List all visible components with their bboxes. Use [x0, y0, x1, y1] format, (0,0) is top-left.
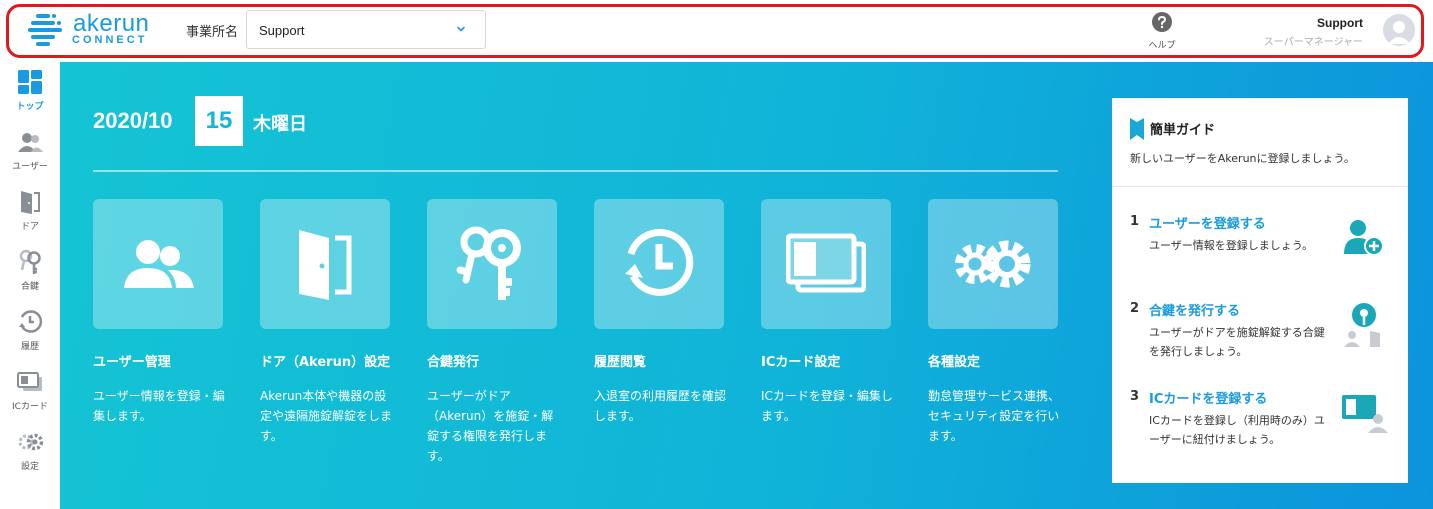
office-label: 事業所名	[186, 25, 239, 40]
card-description: ユーザーがドア（Akerun）を施錠・解錠する権限を発行します。	[427, 389, 554, 463]
step-number: 2	[1130, 301, 1140, 316]
step-description: ユーザー情報を登録しましょう。	[1149, 239, 1314, 252]
card-title: 合鍵発行	[427, 355, 480, 370]
user-name[interactable]: Support	[1317, 16, 1363, 30]
sidebar-item-label: トップ	[16, 102, 44, 112]
gear-icon	[18, 433, 44, 451]
office-select-value: Support	[259, 23, 305, 38]
sidebar-item-door[interactable]: ドア	[0, 182, 60, 242]
card-settings[interactable]: 各種設定 勤怠管理サービス連携、セキュリティ設定を行います。	[928, 199, 1060, 446]
card-description: ユーザー情報を登録・編集します。	[93, 389, 225, 423]
sidebar-item-label: ICカード	[12, 402, 48, 412]
step-description: ICカードを登録し（利用時のみ）ユーザーに紐付けましょう。	[1149, 414, 1325, 446]
card-title: ドア（Akerun）設定	[260, 355, 391, 370]
card-history[interactable]: 履歴閲覧 入退室の利用履歴を確認します。	[594, 199, 726, 426]
logo-subtitle: CONNECT	[72, 34, 148, 46]
sidebar-item-ic-card[interactable]: ICカード	[0, 362, 60, 422]
sidebar-item-keys[interactable]: 合鍵	[0, 242, 60, 302]
gears-icon	[955, 240, 1031, 288]
card-tile[interactable]	[260, 199, 390, 329]
card-tile[interactable]	[594, 199, 724, 329]
guide-divider	[1112, 186, 1408, 187]
akerun-logo-mark-icon	[28, 14, 62, 46]
card-user-icon	[1342, 395, 1388, 433]
sidebar-item-label: ユーザー	[12, 162, 48, 172]
card-door-settings[interactable]: ドア（Akerun）設定 Akerun本体や機器の設定や遠隔施錠解錠をします。	[260, 199, 392, 446]
ic-card-icon	[17, 372, 42, 391]
date-year-month: 2020/10	[93, 108, 173, 133]
register-ic-card-link[interactable]: ICカードを登録する	[1149, 388, 1267, 407]
chevron-down-icon	[457, 26, 465, 32]
door-icon	[21, 191, 40, 214]
guide-title: 簡単ガイド	[1150, 123, 1216, 138]
card-tile[interactable]	[761, 199, 891, 329]
users-icon	[124, 240, 194, 288]
date-day-badge: 15	[195, 96, 243, 146]
date-divider	[93, 170, 1058, 172]
card-tile[interactable]	[928, 199, 1058, 329]
bookmark-icon	[1130, 118, 1144, 140]
card-description: Akerun本体や機器の設定や遠隔施錠解錠をします。	[260, 389, 393, 443]
guide-subtitle: 新しいユーザーをAkerunに登録しましょう。	[1130, 152, 1355, 165]
sidebar-item-top[interactable]: トップ	[0, 62, 60, 122]
card-description: 入退室の利用履歴を確認します。	[594, 389, 727, 423]
card-tile[interactable]	[93, 199, 223, 329]
card-key-issue[interactable]: 合鍵発行 ユーザーがドア（Akerun）を施錠・解錠する権限を発行します。	[427, 199, 557, 466]
avatar[interactable]	[1383, 14, 1415, 46]
card-description: ICカードを登録・編集します。	[761, 389, 893, 423]
sidebar-item-label: ドア	[20, 222, 39, 232]
keys-icon	[456, 226, 521, 300]
question-circle-icon	[1152, 12, 1172, 32]
add-user-icon	[1344, 220, 1384, 256]
sidebar-item-users[interactable]: ユーザー	[0, 122, 60, 182]
date-weekday: 木曜日	[253, 114, 307, 135]
step-description: ユーザーがドアを施錠解錠する合鍵を発行しましょう。	[1149, 326, 1325, 358]
sidebar-item-label: 履歴	[20, 342, 39, 352]
dashboard-icon	[18, 70, 42, 94]
card-description: 勤怠管理サービス連携、セキュリティ設定を行います。	[928, 389, 1061, 443]
avatar-person-icon	[1388, 21, 1410, 44]
card-title: 各種設定	[928, 355, 981, 370]
step-number: 1	[1130, 214, 1140, 229]
card-title: 履歴閲覧	[594, 355, 647, 370]
ic-card-icon	[786, 233, 866, 293]
step-number: 3	[1130, 389, 1140, 404]
history-icon	[625, 229, 694, 296]
sidebar-item-settings[interactable]: 設定	[0, 422, 60, 482]
issue-key-link[interactable]: 合鍵を発行する	[1149, 300, 1240, 319]
sidebar: トップ ユーザー ドア 合鍵 履歴 ICカード 設定	[0, 62, 60, 509]
register-user-link[interactable]: ユーザーを登録する	[1149, 213, 1266, 232]
office-select[interactable]: Support	[246, 10, 486, 49]
card-title: ICカード設定	[761, 355, 841, 370]
user-role: スーパーマネージャー	[1263, 37, 1363, 48]
door-icon	[299, 230, 352, 300]
card-title: ユーザー管理	[93, 355, 171, 370]
users-icon	[18, 133, 43, 152]
keys-icon	[19, 249, 41, 274]
sidebar-item-label: 合鍵	[20, 282, 39, 292]
quick-guide-panel: 簡単ガイド 新しいユーザーをAkerunに登録しましょう。 1 ユーザーを登録す…	[1112, 98, 1408, 483]
help-label: ヘルプ	[1148, 41, 1176, 51]
history-icon	[19, 310, 43, 333]
card-tile[interactable]	[427, 199, 557, 329]
help-button[interactable]: ヘルプ	[1142, 12, 1182, 51]
card-user-management[interactable]: ユーザー管理 ユーザー情報を登録・編集します。	[93, 199, 225, 426]
sidebar-item-history[interactable]: 履歴	[0, 302, 60, 362]
sidebar-item-label: 設定	[20, 462, 39, 472]
top-header: akerun CONNECT 事業所名 Support ヘルプ Support …	[0, 0, 1433, 62]
card-ic-card[interactable]: ICカード設定 ICカードを登録・編集します。	[761, 199, 893, 426]
akerun-logo[interactable]: akerun CONNECT	[28, 10, 153, 48]
key-user-icon	[1344, 303, 1380, 347]
